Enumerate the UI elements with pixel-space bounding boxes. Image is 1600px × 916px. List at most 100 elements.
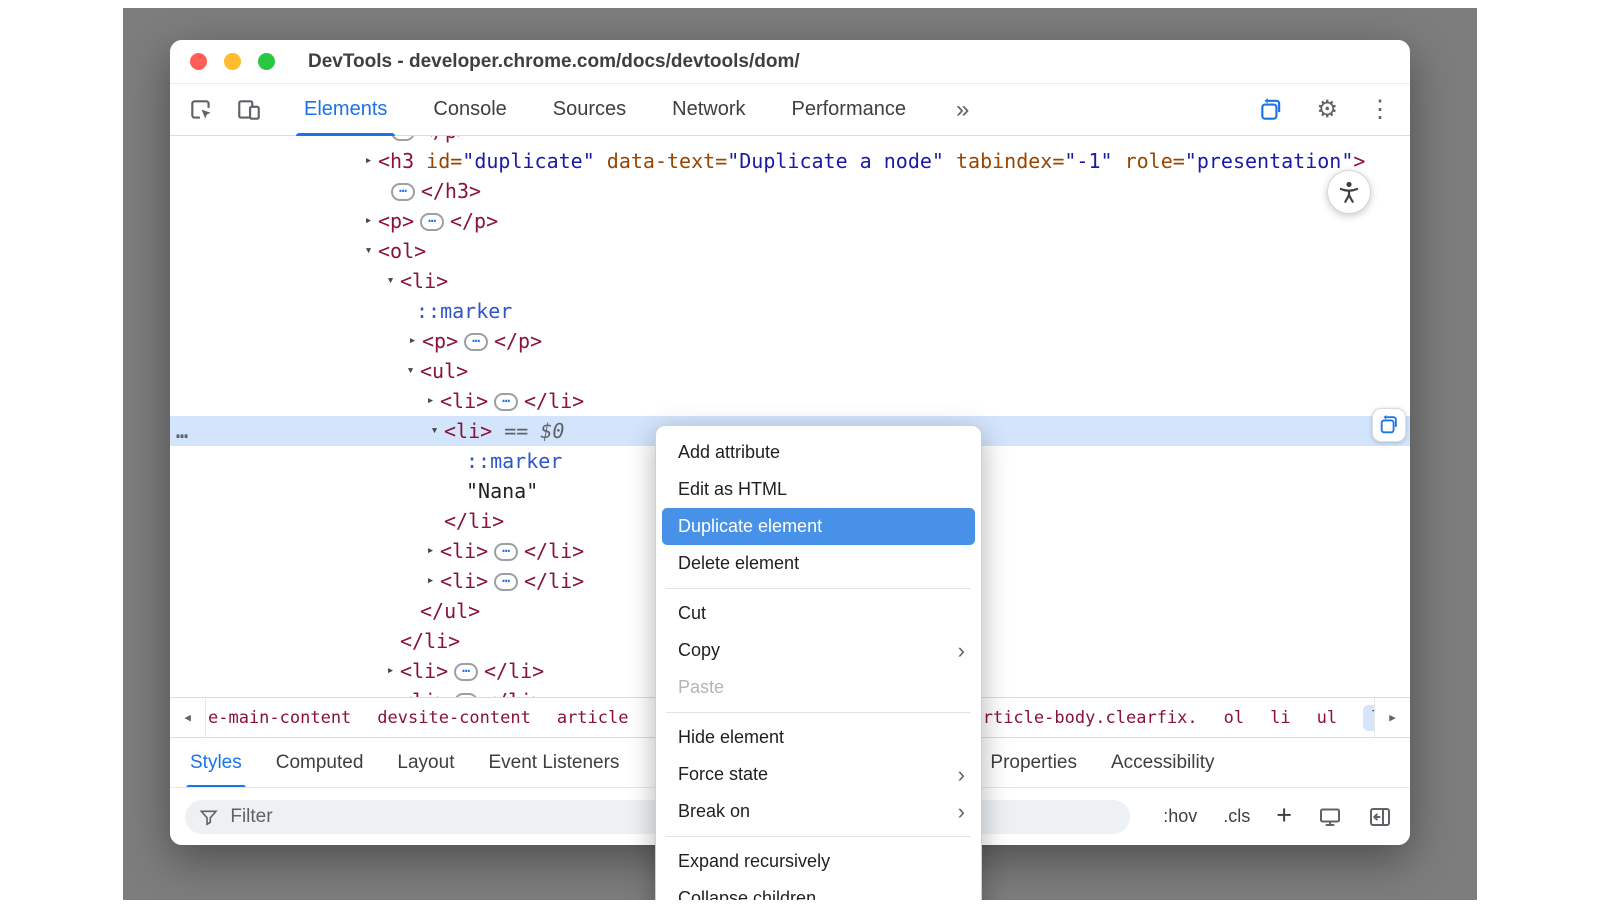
toggle-sidebar-icon[interactable] — [1368, 805, 1392, 829]
menu-item-label: Cut — [678, 603, 706, 623]
menu-item-force-state[interactable]: Force state› — [656, 756, 981, 793]
rendering-emulation-icon[interactable] — [1318, 805, 1342, 829]
menu-item-label: Delete element — [678, 553, 799, 573]
node-token: <li> — [400, 689, 448, 697]
kebab-menu-icon[interactable]: ⋮ — [1368, 98, 1392, 122]
accessibility-icon[interactable] — [1327, 170, 1371, 214]
tree-row[interactable]: ▾<ul> — [170, 356, 1410, 386]
more-tabs-icon[interactable]: » — [956, 96, 967, 124]
menu-item-delete-element[interactable]: Delete element — [656, 545, 981, 582]
inline-expand-icon[interactable]: ⋯ — [391, 183, 415, 201]
tree-row[interactable]: ▸<h3 id="duplicate" data-text="Duplicate… — [170, 146, 1410, 176]
duplicate-feature-icon[interactable] — [1256, 95, 1286, 125]
node-token: </p> — [494, 329, 542, 353]
tree-row[interactable]: ⋯ </h3> — [170, 176, 1410, 206]
breadcrumb-item-ol[interactable]: ol — [1224, 708, 1244, 728]
node-token: </ul> — [420, 599, 480, 623]
menu-item-label: Add attribute — [678, 442, 780, 462]
collapse-arrow-icon[interactable]: ▾ — [383, 266, 398, 296]
menu-item-duplicate-element[interactable]: Duplicate element — [662, 508, 975, 545]
menu-item-collapse-children[interactable]: Collapse children — [656, 880, 981, 900]
inline-expand-icon[interactable]: ⋯ — [464, 333, 488, 351]
sidebar-tab-computed[interactable]: Computed — [276, 738, 364, 788]
device-toolbar-icon[interactable] — [234, 95, 264, 125]
tree-row[interactable]: ⋯ </p> — [170, 136, 1410, 146]
menu-item-label: Collapse children — [678, 888, 816, 900]
menu-item-edit-as-html[interactable]: Edit as HTML — [656, 471, 981, 508]
node-token: <ul> — [420, 359, 468, 383]
menu-item-hide-element[interactable]: Hide element — [656, 719, 981, 756]
settings-gear-icon[interactable]: ⚙ — [1316, 98, 1338, 122]
breadcrumb-item-article-body-clearfix-[interactable]: article-body.clearfix. — [972, 708, 1197, 728]
breadcrumb-item-article[interactable]: article — [557, 708, 629, 728]
menu-item-paste: Paste — [656, 669, 981, 706]
menu-item-label: Duplicate element — [678, 516, 822, 536]
submenu-chevron-icon: › — [958, 632, 965, 669]
inline-expand-icon[interactable]: ⋯ — [494, 573, 518, 591]
sidebar-tab-properties[interactable]: Properties — [990, 738, 1077, 788]
tree-row[interactable]: ▾<ol> — [170, 236, 1410, 266]
node-token: <li> — [440, 569, 488, 593]
expand-arrow-icon[interactable]: ▸ — [423, 386, 438, 416]
inline-expand-icon[interactable]: ⋯ — [454, 663, 478, 681]
expand-arrow-icon[interactable]: ▸ — [383, 686, 398, 697]
collapse-arrow-icon[interactable]: ▾ — [427, 416, 442, 446]
row-gutter-dots[interactable]: … — [176, 416, 189, 446]
sidebar-tab-styles[interactable]: Styles — [190, 738, 242, 788]
menu-item-cut[interactable]: Cut — [656, 595, 981, 632]
node-token: </h3> — [421, 179, 481, 203]
menu-item-copy[interactable]: Copy› — [656, 632, 981, 669]
minimize-window-button[interactable] — [224, 53, 241, 70]
inline-expand-icon[interactable]: ⋯ — [494, 393, 518, 411]
inline-expand-icon[interactable]: ⋯ — [420, 213, 444, 231]
element-class-toggle[interactable]: .cls — [1223, 806, 1250, 827]
node-token: ::marker — [416, 299, 512, 323]
tree-row[interactable]: ▸<p>⋯</p> — [170, 326, 1410, 356]
tab-performance[interactable]: Performance — [792, 84, 907, 136]
close-window-button[interactable] — [190, 53, 207, 70]
breadcrumb-item-ul[interactable]: ul — [1317, 708, 1337, 728]
inline-expand-icon[interactable]: ⋯ — [494, 543, 518, 561]
node-token: </li> — [400, 629, 460, 653]
menu-item-break-on[interactable]: Break on› — [656, 793, 981, 830]
node-token: ::marker — [466, 449, 562, 473]
expand-arrow-icon[interactable]: ▸ — [423, 536, 438, 566]
expand-arrow-icon[interactable]: ▸ — [423, 566, 438, 596]
menu-item-expand-recursively[interactable]: Expand recursively — [656, 843, 981, 880]
node-token: </p> — [450, 209, 498, 233]
tab-console[interactable]: Console — [433, 84, 506, 136]
tab-sources[interactable]: Sources — [553, 84, 626, 136]
sidebar-tab-layout[interactable]: Layout — [397, 738, 454, 788]
collapse-arrow-icon[interactable]: ▾ — [361, 236, 376, 266]
tab-network[interactable]: Network — [672, 84, 745, 136]
breadcrumb-item-li[interactable]: li — [1270, 708, 1290, 728]
expand-arrow-icon[interactable]: ▸ — [361, 206, 376, 236]
breadcrumb-scroll-left-icon[interactable]: ◀ — [170, 698, 206, 737]
menu-item-add-attribute[interactable]: Add attribute — [656, 434, 981, 471]
duplicate-node-badge-icon[interactable] — [1372, 408, 1406, 442]
inspect-element-icon[interactable] — [186, 95, 216, 125]
breadcrumb-item-devsite-content[interactable]: devsite-content — [377, 708, 531, 728]
title-bar: DevTools - developer.chrome.com/docs/dev… — [170, 40, 1410, 84]
breadcrumb-item-e-main-content[interactable]: e-main-content — [208, 708, 351, 728]
menu-item-label: Paste — [678, 677, 724, 697]
context-menu: Add attribute Edit as HTML Duplicate eleme… — [655, 425, 982, 900]
expand-arrow-icon[interactable]: ▸ — [405, 326, 420, 356]
sidebar-tab-accessibility[interactable]: Accessibility — [1111, 738, 1214, 788]
submenu-chevron-icon: › — [958, 793, 965, 830]
tree-row[interactable]: ▾<li> — [170, 266, 1410, 296]
tree-row[interactable]: ::marker — [170, 296, 1410, 326]
sidebar-tab-event-listeners[interactable]: Event Listeners — [488, 738, 619, 788]
tree-row[interactable]: ▸<p>⋯</p> — [170, 206, 1410, 236]
tab-elements[interactable]: Elements — [304, 84, 387, 136]
inline-expand-icon[interactable]: ⋯ — [391, 136, 415, 141]
collapse-arrow-icon[interactable]: ▾ — [403, 356, 418, 386]
expand-arrow-icon[interactable]: ▸ — [361, 146, 376, 176]
tree-row[interactable]: ▸<li>⋯</li> — [170, 386, 1410, 416]
pseudo-state-toggle[interactable]: :hov — [1163, 806, 1197, 827]
node-token: </p> — [421, 136, 469, 143]
expand-arrow-icon[interactable]: ▸ — [383, 656, 398, 686]
zoom-window-button[interactable] — [258, 53, 275, 70]
breadcrumb-scroll-right-icon[interactable]: ▶ — [1374, 698, 1410, 737]
new-style-rule-button[interactable]: + — [1276, 800, 1292, 831]
